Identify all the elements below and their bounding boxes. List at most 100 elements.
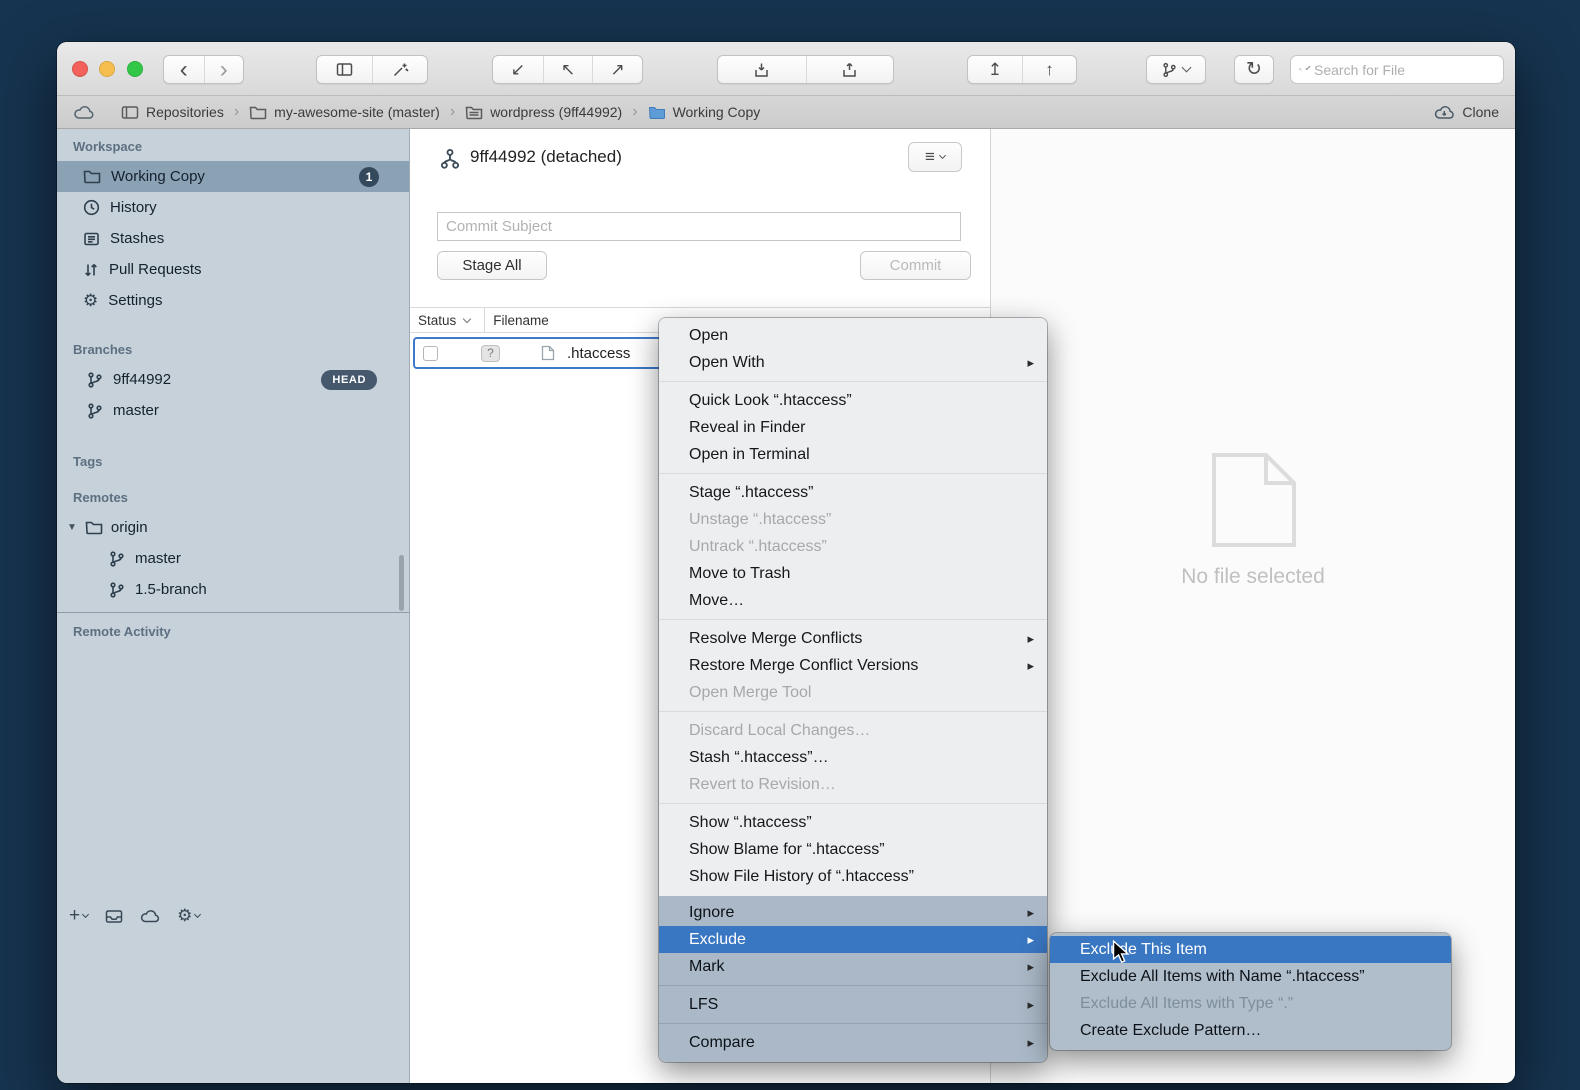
sidebar-item-label: Stashes bbox=[110, 230, 164, 247]
inbox-button[interactable] bbox=[105, 909, 123, 924]
cherry-pick-button[interactable]: ↑ bbox=[1022, 56, 1076, 83]
breadcrumb-separator: › bbox=[632, 103, 637, 121]
add-button[interactable]: + bbox=[69, 905, 88, 927]
menu-item-show-file-history[interactable]: Show File History of “.htaccess” bbox=[659, 863, 1047, 890]
menu-item-reveal-in-finder[interactable]: Reveal in Finder bbox=[659, 414, 1047, 441]
arrow-up-left-icon: ↖ bbox=[561, 60, 575, 80]
menu-item-compare[interactable]: Compare▸ bbox=[659, 1029, 1047, 1056]
sidebar-remote-origin[interactable]: ▼ origin bbox=[57, 512, 409, 543]
menu-item-show[interactable]: Show “.htaccess” bbox=[659, 809, 1047, 836]
wand-icon bbox=[392, 62, 409, 78]
branch-menu-button[interactable] bbox=[1147, 56, 1205, 83]
sidebar-item-history[interactable]: History bbox=[57, 192, 409, 223]
checkout-button[interactable]: ↥ bbox=[968, 56, 1022, 83]
minimize-window-button[interactable] bbox=[99, 61, 115, 77]
column-divider[interactable] bbox=[484, 308, 485, 332]
menu-item-open-in-terminal[interactable]: Open in Terminal bbox=[659, 441, 1047, 468]
view-options-button[interactable]: ≡ bbox=[908, 142, 962, 172]
stage-checkbox[interactable] bbox=[423, 346, 438, 361]
menu-item-move[interactable]: Move… bbox=[659, 587, 1047, 614]
submenu-item-create-exclude-pattern[interactable]: Create Exclude Pattern… bbox=[1050, 1017, 1451, 1044]
disclosure-triangle-icon[interactable]: ▼ bbox=[67, 522, 77, 533]
merge-button[interactable]: ↙ bbox=[493, 56, 543, 83]
sidebar-remote-branch-master[interactable]: master bbox=[57, 543, 409, 574]
commit-subject-input[interactable] bbox=[437, 212, 961, 241]
commit-ref-title: 9ff44992 (detached) bbox=[470, 147, 622, 167]
stage-all-button[interactable]: Stage All bbox=[437, 251, 547, 280]
menu-item-resolve-merge-conflicts[interactable]: Resolve Merge Conflicts▸ bbox=[659, 625, 1047, 652]
settings-menu-button[interactable]: ⚙ bbox=[177, 906, 200, 926]
menu-separator bbox=[659, 1023, 1047, 1024]
quick-actions-button[interactable] bbox=[372, 56, 427, 83]
menu-item-exclude[interactable]: Exclude▸ bbox=[659, 926, 1047, 953]
branches-section-label: Branches bbox=[73, 342, 409, 358]
menu-item-discard-local-changes: Discard Local Changes… bbox=[659, 717, 1047, 744]
submenu-arrow-icon: ▸ bbox=[1027, 905, 1034, 921]
menu-item-ignore[interactable]: Ignore▸ bbox=[659, 899, 1047, 926]
status-column-header[interactable]: Status bbox=[418, 313, 456, 328]
refresh-group: ↻ bbox=[1234, 55, 1274, 84]
commit-button[interactable]: Commit bbox=[860, 251, 971, 280]
layout-button[interactable] bbox=[317, 56, 372, 83]
sidebar-branch-9ff44992[interactable]: 9ff44992 HEAD bbox=[57, 364, 409, 395]
menu-item-move-to-trash[interactable]: Move to Trash bbox=[659, 560, 1047, 587]
menu-separator bbox=[659, 619, 1047, 620]
breadcrumb-repo[interactable]: my-awesome-site (master) bbox=[249, 104, 440, 120]
menu-item-untrack: Untrack “.htaccess” bbox=[659, 533, 1047, 560]
sidebar-item-settings[interactable]: ⚙ Settings bbox=[57, 285, 409, 316]
forward-button[interactable]: › bbox=[204, 56, 244, 83]
menu-item-open-merge-tool: Open Merge Tool bbox=[659, 679, 1047, 706]
stash-button[interactable] bbox=[718, 56, 806, 83]
menu-separator bbox=[659, 985, 1047, 986]
cloud-sync-button[interactable] bbox=[140, 909, 160, 923]
menu-item-lfs[interactable]: LFS▸ bbox=[659, 991, 1047, 1018]
submenu-arrow-icon: ▸ bbox=[1027, 355, 1034, 371]
branch-label: 1.5-branch bbox=[135, 581, 207, 598]
branch-icon bbox=[109, 551, 125, 567]
refresh-button[interactable]: ↻ bbox=[1235, 56, 1273, 83]
sidebar-branch-master[interactable]: master bbox=[57, 395, 409, 426]
menu-item-open[interactable]: Open bbox=[659, 322, 1047, 349]
hamburger-icon: ≡ bbox=[925, 147, 935, 167]
remote-activity-label: Remote Activity bbox=[73, 624, 171, 639]
search-scope-chevron-icon bbox=[1306, 65, 1311, 70]
cloud-icon[interactable] bbox=[73, 105, 95, 120]
search-input[interactable] bbox=[1314, 62, 1495, 78]
menu-item-quick-look[interactable]: Quick Look “.htaccess” bbox=[659, 387, 1047, 414]
sidebar: Workspace Working Copy 1 History Stashes… bbox=[57, 129, 410, 1083]
layout-icon bbox=[336, 62, 353, 77]
menu-item-stash[interactable]: Stash “.htaccess”… bbox=[659, 744, 1047, 771]
untracked-status-badge: ? bbox=[481, 345, 500, 362]
submenu-arrow-icon: ▸ bbox=[1027, 631, 1034, 647]
sidebar-remote-branch-2-0[interactable]: 2.0-branch bbox=[57, 605, 409, 612]
menu-item-show-blame[interactable]: Show Blame for “.htaccess” bbox=[659, 836, 1047, 863]
sidebar-bottom-toolbar: + ⚙ bbox=[69, 905, 200, 927]
apply-stash-button[interactable] bbox=[806, 56, 894, 83]
menu-item-mark[interactable]: Mark▸ bbox=[659, 953, 1047, 980]
clone-button[interactable]: Clone bbox=[1434, 104, 1499, 120]
menu-item-open-with[interactable]: Open With▸ bbox=[659, 349, 1047, 376]
sidebar-remote-branch-1-5[interactable]: 1.5-branch bbox=[57, 574, 409, 605]
close-window-button[interactable] bbox=[72, 61, 88, 77]
breadcrumb-subrepo[interactable]: wordpress (9ff44992) bbox=[465, 104, 622, 120]
branch-label: master bbox=[113, 402, 159, 419]
sidebar-item-pull-requests[interactable]: Pull Requests bbox=[57, 254, 409, 285]
search-icon bbox=[1299, 62, 1302, 77]
breadcrumb-working-copy[interactable]: Working Copy bbox=[648, 104, 761, 120]
menu-item-stage[interactable]: Stage “.htaccess” bbox=[659, 479, 1047, 506]
filename-column-header[interactable]: Filename bbox=[493, 313, 549, 328]
sidebar-item-working-copy[interactable]: Working Copy 1 bbox=[57, 161, 409, 192]
sidebar-scrollbar[interactable] bbox=[399, 555, 404, 611]
zoom-window-button[interactable] bbox=[127, 61, 143, 77]
menu-item-restore-merge-conflict-versions[interactable]: Restore Merge Conflict Versions▸ bbox=[659, 652, 1047, 679]
submenu-item-exclude-all-with-name[interactable]: Exclude All Items with Name “.htaccess” bbox=[1050, 963, 1451, 990]
back-button[interactable]: ‹ bbox=[164, 56, 204, 83]
pull-button[interactable]: ↖ bbox=[543, 56, 593, 83]
sidebar-item-stashes[interactable]: Stashes bbox=[57, 223, 409, 254]
commit-ref-icon bbox=[440, 148, 460, 170]
branch-icon bbox=[109, 582, 125, 598]
breadcrumb-label: Working Copy bbox=[673, 104, 761, 120]
push-button[interactable]: ↗ bbox=[592, 56, 642, 83]
tags-section-label: Tags bbox=[73, 454, 409, 470]
breadcrumb-repositories[interactable]: Repositories bbox=[121, 104, 224, 120]
